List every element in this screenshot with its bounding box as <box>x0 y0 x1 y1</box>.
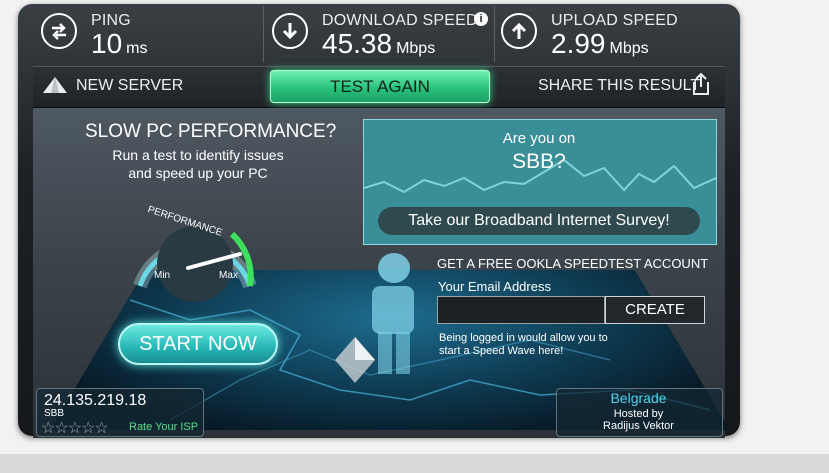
share-result-button[interactable]: SHARE THIS RESULT <box>538 77 700 95</box>
ping-metric: PING 10 ms <box>35 6 262 62</box>
download-metric: DOWNLOAD SPEED i 45.38 Mbps <box>266 6 494 62</box>
survey-isp: SBB? <box>512 150 566 173</box>
survey-question: Are you on <box>502 130 576 147</box>
account-title: GET A FREE OOKLA SPEEDTEST ACCOUNT <box>437 256 709 271</box>
page-bottom-stripe <box>0 454 829 473</box>
account-note: Being logged in would allow you to start… <box>439 332 608 357</box>
download-unit: Mbps <box>396 40 436 57</box>
survey-button[interactable]: Take our Broadband Internet Survey! <box>378 207 700 235</box>
promo-line-2: and speed up your PC <box>128 165 268 181</box>
create-button[interactable]: CREATE <box>605 296 705 324</box>
gauge-max-label: Max <box>219 270 238 281</box>
upload-arrow-icon <box>501 13 537 49</box>
server-host: Radijus Vektor <box>603 420 674 432</box>
server-city: Belgrade <box>610 390 667 406</box>
rating-stars[interactable]: ☆☆☆☆☆ <box>41 418 109 438</box>
download-arrow-icon <box>272 13 308 49</box>
email-field[interactable] <box>437 296 605 324</box>
new-server-icon <box>42 76 68 101</box>
person-silhouette-icon <box>364 252 420 378</box>
new-server-button[interactable]: NEW SERVER <box>76 77 183 95</box>
upload-metric: UPLOAD SPEED 2.99 Mbps <box>495 6 723 62</box>
star-icon[interactable]: ☆ <box>54 420 68 437</box>
info-icon[interactable]: i <box>474 12 488 26</box>
star-icon[interactable]: ☆ <box>41 420 55 437</box>
download-value: 45.38 Mbps <box>322 28 436 59</box>
upload-value: 2.99 Mbps <box>551 28 649 59</box>
gauge-min-label: Min <box>154 270 171 281</box>
ping-unit: ms <box>126 40 148 57</box>
rate-isp-link[interactable]: Rate Your ISP <box>129 421 198 433</box>
star-icon[interactable]: ☆ <box>81 420 95 437</box>
email-label: Your Email Address <box>438 279 551 294</box>
start-now-button[interactable]: START NOW <box>118 323 278 365</box>
test-again-button[interactable]: TEST AGAIN <box>270 70 490 103</box>
promo-title: SLOW PC PERFORMANCE? <box>85 121 337 142</box>
ping-icon <box>41 13 77 49</box>
promo-line-1: Run a test to identify issues <box>112 147 284 163</box>
header-divider <box>263 6 264 62</box>
ping-value: 10 ms <box>91 28 148 59</box>
star-icon[interactable]: ☆ <box>94 420 108 437</box>
share-icon[interactable] <box>690 72 712 101</box>
star-icon[interactable]: ☆ <box>68 420 82 437</box>
server-hosted-by: Hosted by <box>613 408 664 420</box>
upload-unit: Mbps <box>609 40 649 57</box>
